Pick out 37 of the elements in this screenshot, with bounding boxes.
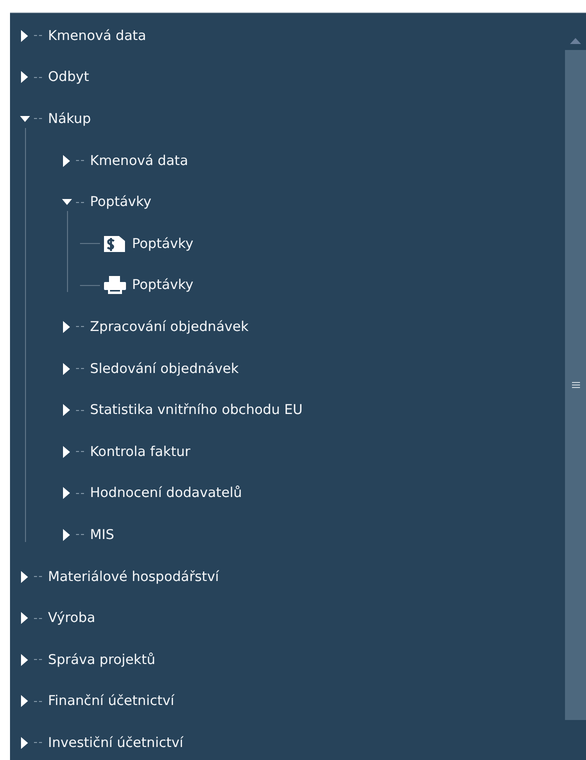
collapsed-arrow-icon[interactable] bbox=[20, 71, 30, 84]
grip-icon bbox=[572, 381, 580, 389]
collapsed-arrow-icon[interactable] bbox=[62, 362, 72, 375]
tree-item[interactable]: Odbyt bbox=[48, 69, 90, 86]
tree-item[interactable]: Materiálové hospodářství bbox=[48, 568, 219, 585]
collapsed-arrow-icon[interactable] bbox=[20, 654, 30, 666]
tree-item[interactable]: Poptávky bbox=[132, 236, 194, 252]
collapsed-arrow-icon[interactable] bbox=[20, 695, 30, 708]
collapsed-arrow-icon[interactable] bbox=[20, 612, 30, 624]
tree-item[interactable]: Statistika vnitřního obchodu EU bbox=[90, 402, 303, 418]
tree-item[interactable]: Hodnocení dodavatelů bbox=[90, 485, 242, 502]
collapsed-arrow-icon[interactable] bbox=[20, 736, 30, 749]
tree-item[interactable]: Kmenová data bbox=[48, 28, 146, 44]
tree-item[interactable]: Sledování objednávek bbox=[90, 360, 239, 377]
tree-item[interactable]: Investiční účetnictví bbox=[48, 734, 184, 751]
collapsed-arrow-icon[interactable] bbox=[20, 570, 30, 583]
scrollbar-thumb[interactable] bbox=[565, 50, 586, 720]
tree-item[interactable]: Finanční účetnictví bbox=[48, 693, 174, 710]
collapsed-arrow-icon[interactable] bbox=[62, 404, 72, 416]
collapsed-arrow-icon[interactable] bbox=[62, 446, 72, 458]
tree-item[interactable]: Poptávky bbox=[132, 277, 194, 294]
collapsed-arrow-icon[interactable] bbox=[20, 30, 30, 42]
tree-item[interactable]: Výroba bbox=[48, 610, 96, 626]
scroll-up-icon[interactable] bbox=[570, 38, 581, 44]
tree-item[interactable]: Zpracování objednávek bbox=[90, 318, 249, 335]
printer-icon bbox=[104, 276, 126, 294]
collapsed-arrow-icon[interactable] bbox=[62, 320, 72, 333]
collapsed-arrow-icon[interactable] bbox=[62, 154, 72, 167]
tree-item[interactable]: Poptávky bbox=[90, 194, 152, 210]
dollar-document-icon bbox=[104, 234, 126, 253]
collapsed-arrow-icon[interactable] bbox=[62, 487, 72, 500]
collapsed-arrow-icon[interactable] bbox=[62, 528, 72, 541]
tree-item[interactable]: Kmenová data bbox=[90, 152, 188, 169]
tree-item[interactable]: MIS bbox=[90, 526, 114, 543]
tree-item[interactable]: Nákup bbox=[48, 110, 91, 127]
tree-item[interactable]: Správa projektů bbox=[48, 652, 156, 668]
tree-item[interactable]: Kontrola faktur bbox=[90, 444, 190, 460]
